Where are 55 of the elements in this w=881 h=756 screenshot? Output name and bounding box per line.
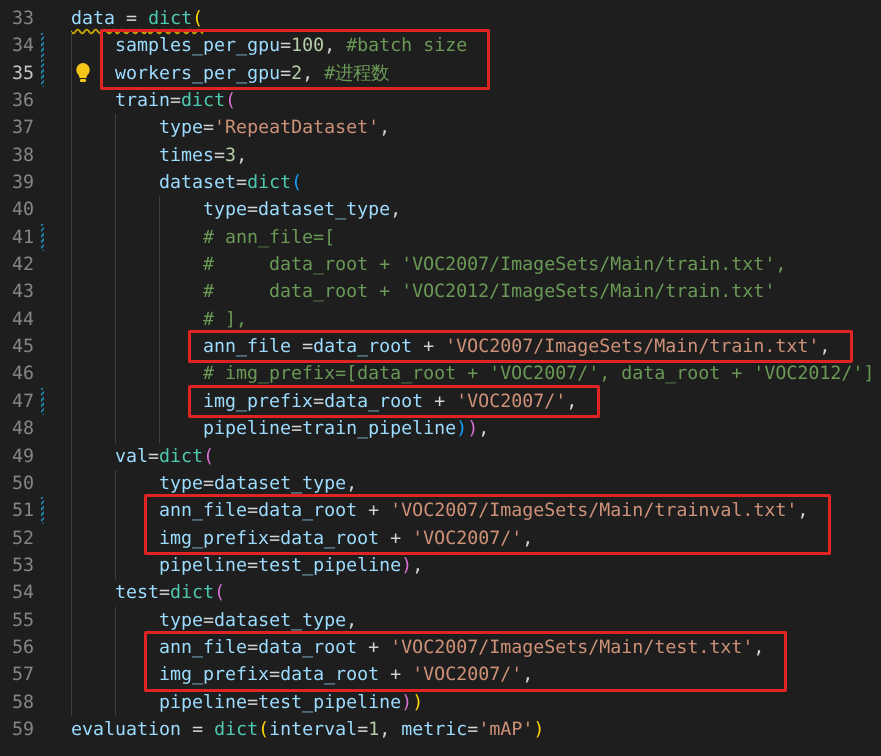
line-number: 49 — [10, 444, 34, 468]
line-number: 52 — [10, 526, 34, 551]
line-number: 51 — [10, 499, 34, 524]
code-line: times=3, — [159, 144, 248, 168]
line-number: 59 — [10, 718, 34, 742]
code-line: train=dict( — [115, 89, 236, 114]
code-line: img_prefix=data_root + 'VOC2007/', — [159, 526, 534, 551]
line-number: 41 — [10, 226, 34, 250]
line-number: 38 — [10, 144, 34, 168]
code-line: img_prefix=data_root + 'VOC2007/', — [203, 390, 578, 414]
code-line: pipeline=test_pipeline)) — [159, 690, 424, 715]
lightbulb-icon[interactable] — [76, 62, 90, 83]
line-number: 36 — [10, 89, 34, 114]
code-line: samples_per_gpu=100, #batch size — [115, 34, 468, 58]
code-line: pipeline=test_pipeline), — [159, 554, 424, 578]
line-number: 53 — [10, 554, 34, 578]
code-line: workers_per_gpu=2, #进程数 — [115, 62, 390, 86]
code-line: img_prefix=data_root + 'VOC2007/', — [159, 663, 534, 688]
code-line: type='RepeatDataset', — [159, 116, 390, 140]
line-number: 37 — [10, 116, 34, 140]
line-number: 57 — [10, 663, 34, 688]
line-number: 45 — [10, 335, 34, 360]
line-number: 50 — [10, 472, 34, 496]
code-line: dataset=dict( — [159, 171, 302, 196]
code-line: ann_file =data_root + 'VOC2007/ImageSets/Main/train.txt', — [203, 335, 830, 360]
line-number: 34 — [10, 34, 34, 58]
line-number: 44 — [10, 308, 34, 332]
code-line: type=dataset_type, — [159, 472, 358, 496]
line-number: 56 — [10, 636, 34, 660]
code-line: data = dict( — [71, 7, 204, 31]
code-line: # img_prefix=[data_root + 'VOC2007/', data_root + 'VOC2012/'] — [203, 362, 874, 386]
line-number: 40 — [10, 198, 34, 222]
code-line: # ], — [203, 308, 248, 332]
line-number: 58 — [10, 690, 34, 715]
code-line: # data_root + 'VOC2007/ImageSets/Main/train.txt', — [203, 253, 786, 278]
line-number: 46 — [10, 362, 34, 386]
code-line: # ann_file=[ — [203, 226, 336, 250]
code-line: val=dict( — [115, 444, 214, 468]
line-number: 43 — [10, 280, 34, 304]
line-number: 35 — [10, 62, 34, 86]
line-number: 47 — [10, 390, 34, 414]
code-line: type=dataset_type, — [159, 608, 358, 633]
line-number: 39 — [10, 171, 34, 196]
code-line: test=dict( — [115, 581, 226, 606]
code-line: ann_file=data_root + 'VOC2007/ImageSets/Main/trainval.txt', — [159, 499, 808, 524]
line-number: 55 — [10, 608, 34, 633]
code-line: ann_file=data_root + 'VOC2007/ImageSets/Main/test.txt', — [159, 636, 764, 660]
line-number: 48 — [10, 417, 34, 442]
code-line: # data_root + 'VOC2012/ImageSets/Main/train.txt' — [203, 280, 776, 304]
code-line: evaluation = dict(interval=1, metric='mAP') — [71, 718, 544, 742]
line-number: 33 — [10, 7, 34, 31]
code-line: pipeline=train_pipeline)), — [203, 417, 490, 442]
code-line: type=dataset_type, — [203, 198, 402, 222]
line-number: 54 — [10, 581, 34, 606]
line-number: 42 — [10, 253, 34, 278]
